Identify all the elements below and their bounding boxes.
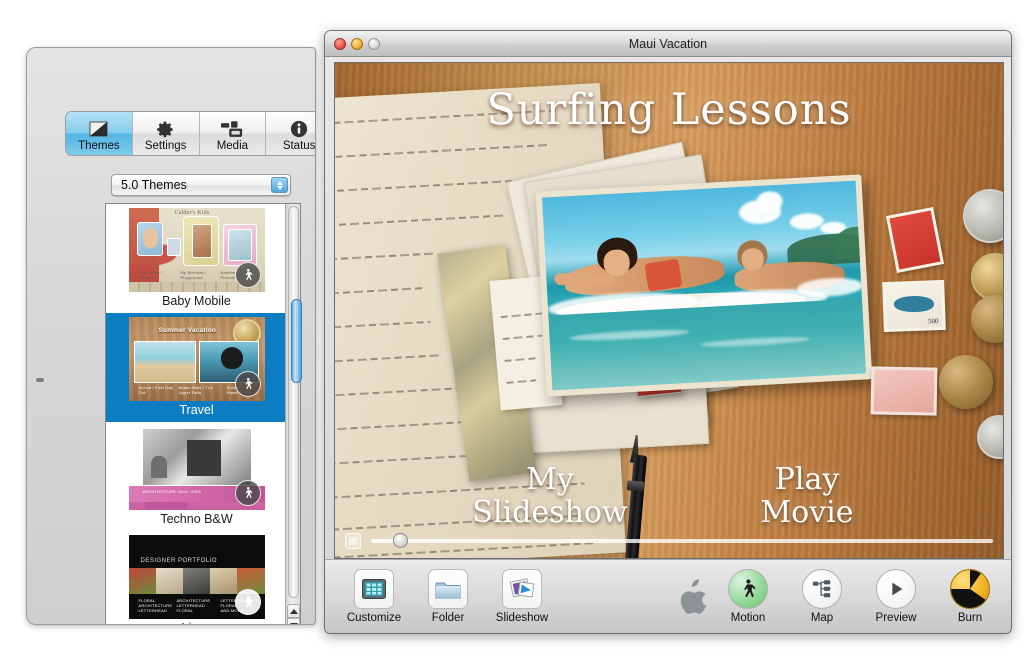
menu-button-line1: Play	[774, 462, 840, 497]
motion-badge-icon	[234, 371, 261, 397]
tab-themes[interactable]: Themes	[66, 112, 133, 155]
burn-radiation-icon	[950, 569, 990, 609]
toolbar-label: Folder	[431, 612, 465, 624]
customize-icon	[354, 569, 394, 609]
tab-status[interactable]: Status	[266, 112, 316, 155]
gear-icon	[156, 119, 175, 139]
tab-status-label: Status	[282, 140, 316, 152]
scrollbar-track[interactable]	[288, 206, 302, 598]
pink-stamp	[870, 366, 938, 416]
theme-thumbnail: Summer Vacation Arrival / First Day Out …	[128, 317, 265, 401]
triangle-up-icon	[289, 608, 298, 614]
menu-button-play-movie[interactable]: Play Movie	[707, 463, 907, 529]
motion-duration-control[interactable]	[341, 530, 999, 552]
apple-logo-icon	[677, 577, 711, 617]
sitemap-icon	[802, 569, 842, 609]
theme-item-lines[interactable]: DESIGNER PORTFOLIO FLORAL ARCHITECTURE L…	[106, 531, 287, 624]
stamp-value: 500	[927, 317, 939, 326]
toolbar-label: Customize	[346, 612, 402, 624]
tab-media-label: Media	[216, 140, 249, 152]
window-titlebar[interactable]: Maui Vacation	[325, 31, 1011, 57]
toolbar-label: Map	[810, 612, 834, 624]
toolbar-label: Motion	[730, 612, 766, 624]
theme-thumbnail: Calder's Kids First Steps / Vacation My …	[128, 208, 265, 292]
motion-badge-icon	[234, 589, 261, 615]
motion-badge-icon	[234, 262, 261, 288]
info-icon	[290, 119, 308, 139]
updown-arrows-icon	[271, 177, 288, 193]
theme-set-popup[interactable]: 5.0 Themes	[111, 174, 291, 196]
tab-settings-label: Settings	[144, 140, 187, 152]
menu-button-line1: My	[526, 462, 574, 497]
menu-button-line2: Slideshow	[472, 495, 628, 530]
toolbar-button-folder[interactable]: Folder	[411, 569, 485, 624]
toolbar-button-preview[interactable]: Preview	[859, 569, 933, 624]
dvd-menu-preview[interactable]: 500 Surfing Lessons My Slideshow Play Mo…	[334, 62, 1004, 559]
theme-item-label: Travel	[179, 403, 214, 417]
scrollbar-thumb[interactable]	[291, 299, 302, 383]
theme-thumbnail: ARCHITECTURE 2004 / 2005	[128, 426, 265, 510]
drawer-resize-grip[interactable]	[36, 378, 44, 382]
thumb-caption: Arrival / First Day Out	[138, 385, 173, 395]
theme-thumbnail: DESIGNER PORTFOLIO FLORAL ARCHITECTURE L…	[128, 535, 265, 619]
surfing-photo-image	[542, 180, 866, 391]
theme-list-scrollbar[interactable]	[285, 204, 302, 624]
toolbar-button-customize[interactable]: Customize	[337, 569, 411, 624]
media-icon	[221, 119, 243, 139]
theme-set-popup-value: 5.0 Themes	[121, 178, 187, 192]
walking-person-icon	[728, 569, 768, 609]
scroll-up-button[interactable]	[287, 604, 300, 618]
theme-list[interactable]: Calder's Kids First Steps / Vacation My …	[105, 203, 301, 624]
theme-item-label: Lines	[182, 621, 212, 624]
tab-media[interactable]: Media	[200, 112, 267, 155]
toolbar-label: Preview	[875, 612, 917, 624]
motion-slider-knob[interactable]	[393, 533, 408, 548]
toolbar-button-motion[interactable]: Motion	[711, 569, 785, 624]
bronze-coin	[939, 355, 993, 409]
thumb-caption: My Birthday / Playground	[180, 270, 207, 280]
folder-icon	[428, 569, 468, 609]
triangle-down-icon	[289, 622, 298, 624]
toolbar-button-slideshow[interactable]: Slideshow	[485, 569, 559, 624]
thumb-caption: First Steps / Vacation	[138, 270, 163, 280]
toolbar-label: Slideshow	[495, 612, 549, 624]
menu-button-my-slideshow[interactable]: My Slideshow	[450, 463, 650, 529]
play-triangle-icon	[876, 569, 916, 609]
scroll-down-button[interactable]	[287, 618, 300, 624]
zoom-button[interactable]	[368, 38, 380, 50]
dvd-menu-title[interactable]: Surfing Lessons	[335, 85, 1003, 135]
theme-item-techno-bw[interactable]: ARCHITECTURE 2004 / 2005 Techno B&W	[106, 422, 287, 531]
thumb-caption: FLORAL	[176, 608, 194, 613]
themes-drawer: Themes Settings Media Status 5.0 Themes …	[26, 47, 316, 625]
stop-square-icon[interactable]	[345, 533, 361, 549]
tab-themes-label: Themes	[78, 140, 120, 152]
minimize-button[interactable]	[351, 38, 363, 50]
theme-item-label: Baby Mobile	[162, 294, 231, 308]
thumb-caption: ARCHITECTURE 2004 / 2005	[142, 489, 201, 494]
motion-badge-icon	[234, 480, 261, 506]
toolbar-button-map[interactable]: Map	[785, 569, 859, 624]
menu-button-line2: Movie	[760, 495, 854, 530]
close-button[interactable]	[334, 38, 346, 50]
thumb-title: Summer Vacation	[158, 327, 217, 334]
slideshow-icon	[502, 569, 542, 609]
theme-item-baby-mobile[interactable]: Calder's Kids First Steps / Vacation My …	[106, 204, 287, 313]
thumb-caption: Beach Walk / The Upper Falls	[178, 385, 214, 395]
surfing-photo	[535, 174, 873, 397]
thumb-caption: LETTERHEAD	[138, 608, 167, 613]
drawer-tabbar: Themes Settings Media Status	[65, 111, 316, 156]
themes-icon	[89, 119, 108, 139]
theme-item-travel[interactable]: Summer Vacation Arrival / First Day Out …	[106, 313, 287, 422]
toolbar-button-burn[interactable]: Burn	[933, 569, 1007, 624]
thumb-title: DESIGNER PORTFOLIO	[140, 558, 218, 564]
window-title: Maui Vacation	[628, 36, 708, 51]
toolbar-label: Burn	[957, 612, 983, 624]
tab-settings[interactable]: Settings	[133, 112, 200, 155]
theme-item-label: Techno B&W	[160, 512, 233, 526]
idvd-main-window: Maui Vacation 500 Surfing Lessons My Sli…	[324, 30, 1012, 634]
bottom-toolbar: Customize Folder Slideshow Motion Map Pr…	[325, 559, 1011, 633]
blue-stamp: 500	[882, 279, 946, 333]
motion-slider-track[interactable]	[371, 533, 993, 548]
